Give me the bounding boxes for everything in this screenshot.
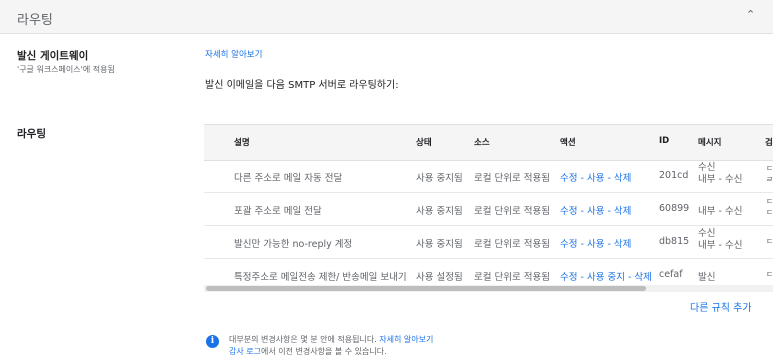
rule-status: 사용 중지됨 bbox=[416, 206, 463, 217]
delete-link[interactable]: 삭제 bbox=[614, 239, 631, 250]
rule-message: 수신 내부 - 수신 bbox=[698, 228, 743, 251]
learn-more-link[interactable]: 자세히 알아보기 bbox=[205, 48, 262, 60]
footer-learn-more-link[interactable]: 자세히 알아보기 bbox=[379, 335, 433, 344]
rule-description: 특정주소로 메일전송 제한/ 반송메일 보내기 bbox=[234, 272, 407, 283]
rule-extra: ㄷ bbox=[766, 237, 773, 246]
section-header[interactable]: 라우팅 ⌃ bbox=[0, 0, 773, 34]
rule-description: 발신만 가능한 no-reply 계정 bbox=[234, 239, 353, 250]
outbound-gateway-title: 발신 게이트웨이 bbox=[17, 50, 89, 62]
delete-link[interactable]: 삭제 bbox=[614, 173, 631, 184]
chevron-up-icon[interactable]: ⌃ bbox=[746, 8, 755, 21]
column-header-description[interactable]: 설명 bbox=[234, 136, 250, 148]
rule-status: 사용 설정됨 bbox=[416, 272, 463, 283]
column-header-message[interactable]: 메시지 bbox=[698, 136, 721, 148]
enable-link[interactable]: 사용 bbox=[587, 173, 604, 184]
edit-link[interactable]: 수정 bbox=[560, 272, 577, 283]
rule-status: 사용 중지됨 bbox=[416, 173, 463, 184]
outbound-gateway-subtitle: '구글 워크스페이스'에 적용됨 bbox=[17, 65, 115, 74]
routing-title: 라우팅 bbox=[17, 128, 46, 140]
section-title: 라우팅 bbox=[17, 13, 53, 28]
routing-table: 설명 상태 소스 액션 ID 메시지 검 다른 주소로 메일 자동 전달 사용 … bbox=[204, 124, 773, 293]
rule-message: 발신 bbox=[698, 272, 716, 283]
column-header-source[interactable]: 소스 bbox=[474, 136, 490, 148]
delete-link[interactable]: 삭제 bbox=[614, 206, 631, 217]
table-row: 발신만 가능한 no-reply 계정 사용 중지됨 로컬 단위로 적용됨 수정… bbox=[204, 226, 773, 259]
rule-extra: ㄷ bbox=[766, 270, 773, 279]
edit-link[interactable]: 수정 bbox=[560, 239, 577, 250]
enable-link[interactable]: 사용 bbox=[587, 206, 604, 217]
column-header-status[interactable]: 상태 bbox=[416, 136, 432, 148]
edit-link[interactable]: 수정 bbox=[560, 206, 577, 217]
audit-log-link[interactable]: 감사 로그 bbox=[229, 347, 261, 356]
rule-id: cefaf bbox=[659, 269, 683, 280]
table-header: 설명 상태 소스 액션 ID 메시지 검 bbox=[204, 125, 773, 161]
add-rule-link[interactable]: 다른 규칙 추가 bbox=[690, 299, 752, 314]
smtp-routing-description: 발신 이메일을 다음 SMTP 서버로 라우팅하기: bbox=[205, 80, 399, 91]
rule-actions: 수정 - 사용 중지 - 삭제 bbox=[560, 272, 652, 283]
rule-message: 내부 - 수신 bbox=[698, 206, 743, 217]
rule-description: 다른 주소로 메일 자동 전달 bbox=[234, 173, 343, 184]
rule-source: 로컬 단위로 적용됨 bbox=[474, 272, 550, 283]
table-row: 포괄 주소로 메일 전달 사용 중지됨 로컬 단위로 적용됨 수정 - 사용 -… bbox=[204, 193, 773, 226]
column-header-actions[interactable]: 액션 bbox=[560, 136, 576, 148]
rule-message: 수신 내부 - 수신 bbox=[698, 162, 743, 185]
rule-extra: ㄷㄷ bbox=[766, 197, 773, 217]
edit-link[interactable]: 수정 bbox=[560, 173, 577, 184]
rule-actions: 수정 - 사용 - 삭제 bbox=[560, 239, 632, 250]
rule-description: 포괄 주소로 메일 전달 bbox=[234, 206, 322, 217]
rule-id: 201cd bbox=[659, 170, 689, 181]
delete-link[interactable]: 삭제 bbox=[634, 272, 651, 283]
info-icon: i bbox=[206, 335, 219, 348]
column-header-truncated[interactable]: 검 bbox=[765, 136, 773, 148]
disable-link[interactable]: 사용 중지 bbox=[587, 272, 625, 283]
rule-extra: ㄷㄹ bbox=[766, 164, 773, 184]
table-row: 다른 주소로 메일 자동 전달 사용 중지됨 로컬 단위로 적용됨 수정 - 사… bbox=[204, 160, 773, 193]
column-header-id[interactable]: ID bbox=[659, 136, 669, 146]
horizontal-scrollbar[interactable] bbox=[204, 285, 773, 292]
rule-actions: 수정 - 사용 - 삭제 bbox=[560, 173, 632, 184]
rule-status: 사용 중지됨 bbox=[416, 239, 463, 250]
rule-id: 60899 bbox=[659, 203, 690, 214]
rule-source: 로컬 단위로 적용됨 bbox=[474, 173, 550, 184]
rule-source: 로컬 단위로 적용됨 bbox=[474, 206, 550, 217]
footer-note-line1: 대부분의 변경사항은 몇 분 안에 적용됩니다. 자세히 알아보기 bbox=[229, 335, 434, 344]
rule-id: db815 bbox=[659, 236, 690, 247]
rule-actions: 수정 - 사용 - 삭제 bbox=[560, 206, 632, 217]
enable-link[interactable]: 사용 bbox=[587, 239, 604, 250]
rule-source: 로컬 단위로 적용됨 bbox=[474, 239, 550, 250]
footer-note-line2: 감사 로그에서 이전 변경사항을 볼 수 있습니다. bbox=[229, 347, 387, 356]
scrollbar-thumb[interactable] bbox=[206, 286, 646, 291]
